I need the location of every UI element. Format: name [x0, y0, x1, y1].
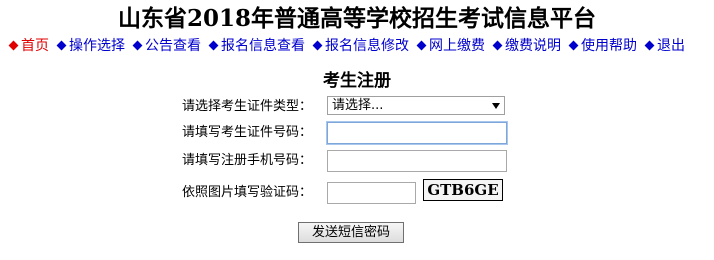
nav-item-operation-select[interactable]: 操作选择: [56, 37, 125, 55]
dropdown-arrow-icon: [492, 103, 500, 109]
nav-item-payment-info[interactable]: 缴费说明: [492, 37, 561, 55]
id-number-label: 请填写考生证件号码：: [182, 125, 313, 140]
form-title: 考生注册: [323, 71, 391, 91]
nav-item-label: 操作选择: [69, 38, 125, 54]
nav-item-view-registration[interactable]: 报名信息查看: [208, 37, 305, 55]
nav-item-label: 报名信息查看: [221, 38, 305, 54]
diamond-icon: [8, 40, 19, 51]
captcha-image[interactable]: GTB6GE: [423, 179, 503, 201]
phone-input[interactable]: [327, 150, 507, 172]
top-nav: 首页 操作选择 公告查看 报名信息查看 报名信息修改 网上缴费 缴费说明 使用帮助 退出: [8, 37, 709, 55]
site-title: 山东省2018年普通高等学校招生考试信息平台: [117, 5, 596, 32]
id-number-input[interactable]: [327, 122, 507, 144]
diamond-icon: [132, 40, 143, 51]
captcha-label: 依照图片填写验证码：: [182, 185, 313, 200]
diamond-icon: [492, 40, 503, 51]
nav-item-label: 缴费说明: [505, 38, 561, 54]
diamond-icon: [208, 40, 219, 51]
diamond-icon: [568, 40, 579, 51]
diamond-icon: [312, 40, 323, 51]
nav-item-edit-registration[interactable]: 报名信息修改: [312, 37, 409, 55]
id-type-label: 请选择考生证件类型：: [182, 99, 313, 114]
nav-item-help[interactable]: 使用帮助: [568, 37, 637, 55]
nav-item-announcements[interactable]: 公告查看: [132, 37, 201, 55]
nav-item-label: 退出: [657, 38, 685, 54]
nav-item-label: 报名信息修改: [325, 38, 409, 54]
nav-item-label: 使用帮助: [581, 38, 637, 54]
diamond-icon: [56, 40, 67, 51]
nav-item-label: 网上缴费: [429, 38, 485, 54]
nav-item-label: 公告查看: [145, 38, 201, 54]
send-sms-password-button[interactable]: 发送短信密码: [298, 222, 404, 243]
phone-label: 请填写注册手机号码：: [182, 153, 313, 168]
id-type-select[interactable]: 请选择...: [327, 96, 505, 115]
nav-item-home[interactable]: 首页: [8, 37, 49, 55]
nav-item-label: 首页: [21, 38, 49, 54]
id-type-selected-value: 请选择...: [332, 98, 384, 113]
nav-item-logout[interactable]: 退出: [644, 37, 685, 55]
diamond-icon: [416, 40, 427, 51]
red-note-fragment: [128, 254, 158, 260]
captcha-input[interactable]: [327, 182, 416, 204]
nav-item-online-payment[interactable]: 网上缴费: [416, 37, 485, 55]
diamond-icon: [644, 40, 655, 51]
